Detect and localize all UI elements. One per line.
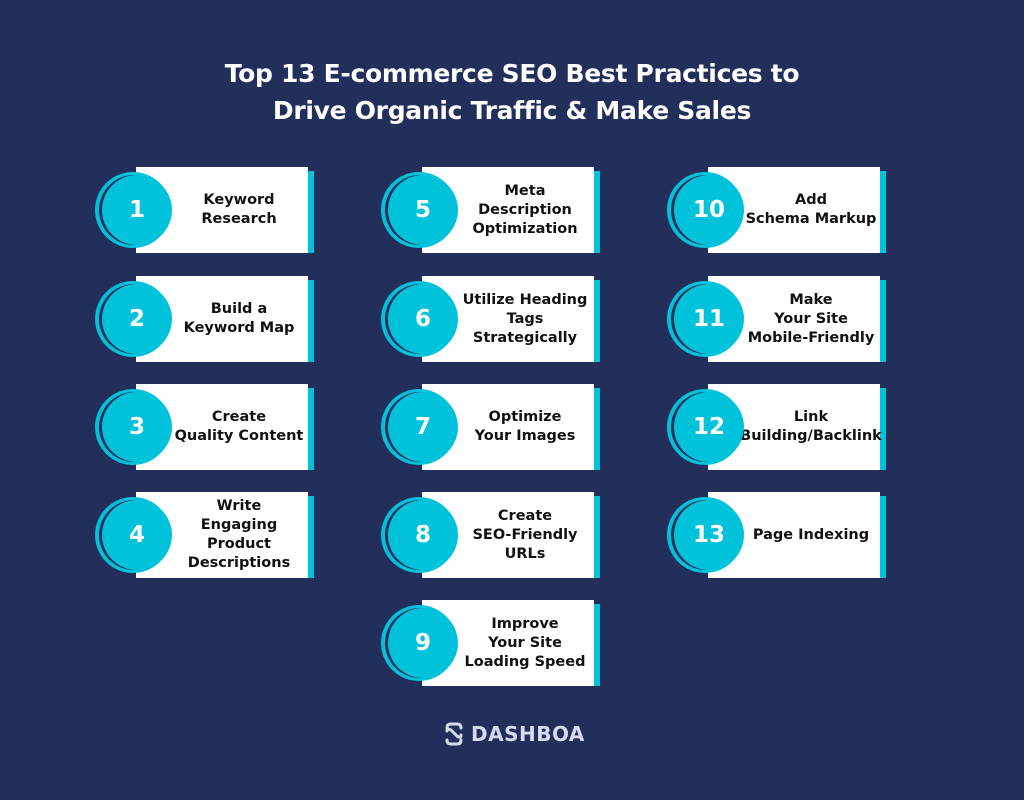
accent-strip xyxy=(880,280,886,362)
practice-card: Link Building/Backlink 12 xyxy=(667,384,928,472)
practice-label: Optimize Your Images xyxy=(474,409,576,444)
accent-strip xyxy=(594,171,600,253)
accent-strip xyxy=(308,496,314,578)
practice-card: Improve Your Site Loading Speed 9 xyxy=(381,600,642,688)
title-line-1: Top 13 E-commerce SEO Best Practices to xyxy=(224,59,800,88)
practice-card: Add Schema Markup 10 xyxy=(667,167,928,255)
practice-card: Create Quality Content 3 xyxy=(95,384,356,472)
practice-card: Build a Keyword Map 2 xyxy=(95,276,356,364)
number-badge: 9 xyxy=(388,608,458,678)
accent-strip xyxy=(308,171,314,253)
practice-card: Meta Description Optimization 5 xyxy=(381,167,642,255)
number-badge: 13 xyxy=(674,500,744,570)
number-badge: 6 xyxy=(388,284,458,354)
number-badge: 11 xyxy=(674,284,744,354)
number-badge: 1 xyxy=(102,175,172,245)
number-badge: 2 xyxy=(102,284,172,354)
number-badge: 12 xyxy=(674,392,744,462)
practice-card: Optimize Your Images 7 xyxy=(381,384,642,472)
accent-strip xyxy=(594,496,600,578)
accent-strip xyxy=(880,496,886,578)
accent-strip xyxy=(594,280,600,362)
brand-logo: DASHBOA xyxy=(443,722,585,746)
practice-card: Utilize Heading Tags Strategically 6 xyxy=(381,276,642,364)
number-badge: 5 xyxy=(388,175,458,245)
practice-label: Keyword Research xyxy=(201,192,277,227)
practice-card: Keyword Research 1 xyxy=(95,167,356,255)
accent-strip xyxy=(308,388,314,470)
number-badge: 3 xyxy=(102,392,172,462)
dashboa-logo-icon xyxy=(445,722,463,746)
practice-card: Make Your Site Mobile-Friendly 11 xyxy=(667,276,928,364)
title-line-2: Drive Organic Traffic & Make Sales xyxy=(272,96,752,125)
page-title: Top 13 E-commerce SEO Best Practices to … xyxy=(0,55,1024,129)
accent-strip xyxy=(308,280,314,362)
accent-strip xyxy=(594,604,600,686)
accent-strip xyxy=(880,171,886,253)
number-badge: 7 xyxy=(388,392,458,462)
practice-card: Create SEO-Friendly URLs 8 xyxy=(381,492,642,580)
practice-card: Page Indexing 13 xyxy=(667,492,928,580)
brand-name: DASHBOA xyxy=(471,722,585,746)
accent-strip xyxy=(594,388,600,470)
number-badge: 8 xyxy=(388,500,458,570)
number-badge: 4 xyxy=(102,500,172,570)
practice-card: Write Engaging Product Descriptions 4 xyxy=(95,492,356,580)
number-badge: 10 xyxy=(674,175,744,245)
